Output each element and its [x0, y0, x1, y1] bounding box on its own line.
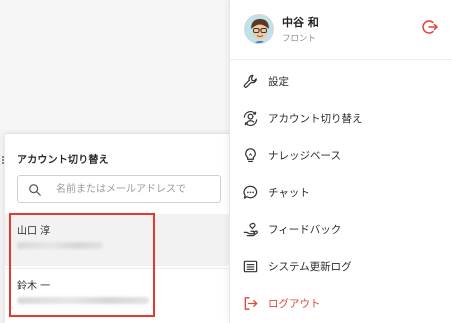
account-list-item[interactable]: 山口 淳: [5, 214, 231, 266]
logout-icon: [244, 297, 258, 310]
wrench-icon: [243, 74, 257, 88]
profile-name: 中谷 和: [282, 16, 319, 29]
account-email-redacted: [17, 297, 149, 304]
account-email-redacted: [17, 242, 103, 249]
background-panel: [0, 0, 230, 130]
switch-account-icon: [243, 110, 258, 127]
chat-bubble-icon: [243, 185, 258, 199]
menu-item-system-update-log[interactable]: システム更新ログ: [230, 248, 452, 285]
menu-item-label: ログアウト: [268, 298, 321, 310]
changelog-icon: [243, 260, 258, 273]
menu-item-label: フィードバック: [268, 224, 342, 236]
menu-item-label: システム更新ログ: [268, 261, 352, 273]
menu-item-chat[interactable]: チャット: [230, 174, 452, 211]
account-search-input[interactable]: [56, 176, 220, 202]
menu-item-account-switch[interactable]: アカウント切り替え: [230, 100, 452, 137]
menu-item-feedback[interactable]: フィードバック: [230, 211, 452, 248]
account-switch-panel: アカウント切り替え 山口 淳 鈴木 一: [2, 133, 231, 323]
app-stage: アカウント切り替え 山口 淳 鈴木 一: [0, 0, 452, 323]
menu-item-label: ナレッジベース: [268, 150, 341, 162]
menu-item-label: アカウント切り替え: [268, 113, 363, 125]
avatar[interactable]: [244, 14, 274, 44]
menu-item-label: 設定: [268, 76, 289, 88]
menu-item-logout[interactable]: ログアウト: [230, 285, 452, 322]
account-search-box[interactable]: [17, 175, 221, 203]
logout-icon[interactable]: [421, 18, 439, 36]
menu-item-settings[interactable]: 設定: [230, 63, 452, 100]
profile-role: フロント: [282, 34, 317, 44]
account-list-item[interactable]: 鈴木 一: [5, 268, 231, 320]
feedback-hand-icon: [243, 222, 258, 237]
account-name: 山口 淳: [17, 226, 51, 237]
drag-handle-icon[interactable]: [2, 156, 5, 164]
menu-item-knowledge-base[interactable]: ナレッジベース: [230, 137, 452, 174]
menu-item-label: チャット: [268, 187, 310, 199]
profile-header: 中谷 和 フロント: [230, 0, 452, 60]
user-menu: 中谷 和 フロント 設定 アカウント切り替え ナレッジベース チャット フィード…: [229, 0, 452, 323]
lightbulb-icon: [245, 148, 256, 163]
account-name: 鈴木 一: [17, 281, 51, 292]
search-icon: [29, 184, 41, 196]
account-switch-title: アカウント切り替え: [17, 155, 109, 166]
avatar-face-icon: [245, 15, 273, 43]
